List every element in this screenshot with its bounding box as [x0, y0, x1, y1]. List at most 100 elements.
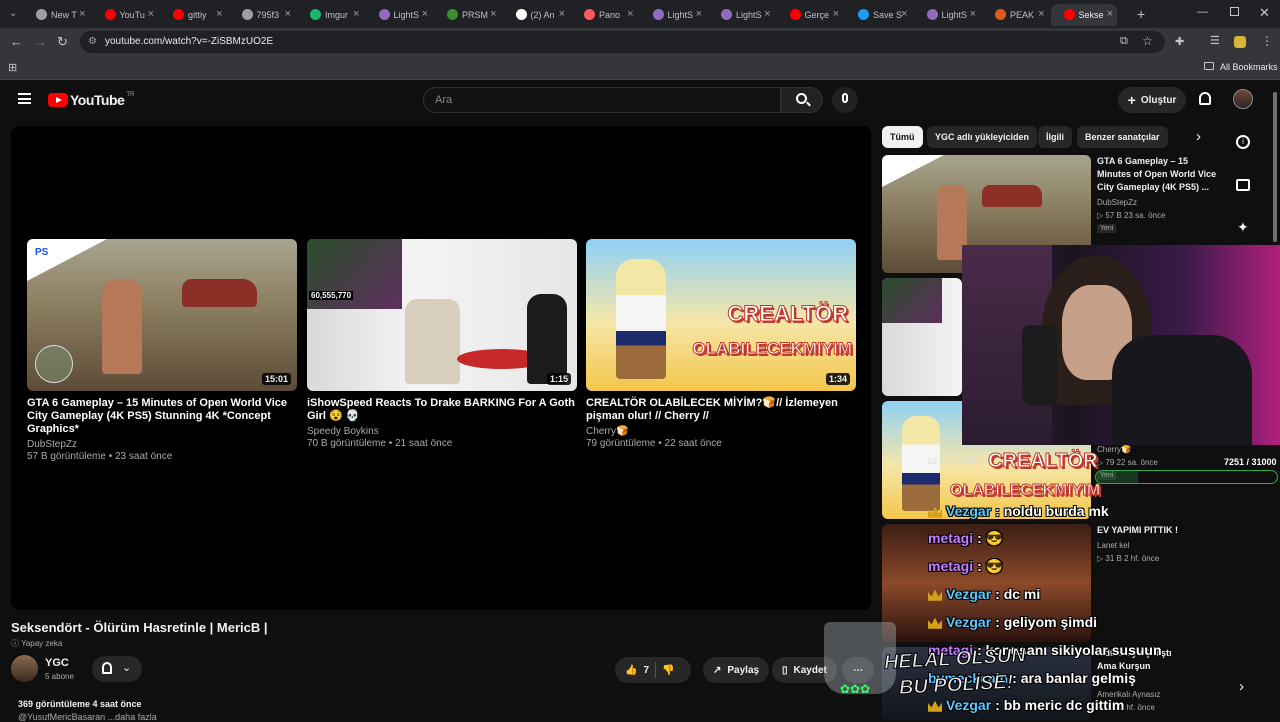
endcard-channel[interactable]: Cherry🍞	[586, 426, 856, 438]
chip-similar-artists[interactable]: Benzer sanatçılar	[1077, 126, 1168, 148]
chevron-right-icon[interactable]: ›	[1239, 678, 1244, 695]
sidebar-thumbnail[interactable]	[882, 278, 962, 396]
browser-tab[interactable]: YouTu ×	[92, 4, 159, 26]
address-toolbar: ← → ↻ ⚙ youtube.com/watch?v=-ZiSBMzUO2E …	[0, 28, 1280, 56]
tab-close-icon[interactable]: ×	[422, 8, 428, 20]
share-button[interactable]: ↗ Paylaş	[703, 657, 770, 683]
account-avatar[interactable]	[1233, 89, 1253, 109]
site-info-icon[interactable]: ⚙	[88, 36, 97, 47]
browser-tab[interactable]: PRSM ×	[434, 4, 501, 26]
tab-close-icon[interactable]: ×	[833, 8, 839, 20]
omnibox[interactable]: ⚙ youtube.com/watch?v=-ZiSBMzUO2E ⧉ ☆	[80, 31, 1165, 53]
browser-tab[interactable]: Pano ×	[571, 4, 638, 26]
back-button[interactable]: ←	[10, 34, 23, 49]
tab-close-icon[interactable]: ×	[353, 8, 359, 20]
browser-tab[interactable]: LightS ×	[914, 4, 981, 26]
tab-close-icon[interactable]: ×	[901, 8, 907, 20]
video-player[interactable]: PS 15:01 GTA 6 Gameplay – 15 Minutes of …	[11, 126, 871, 610]
tab-close-icon[interactable]: ×	[559, 8, 565, 20]
browser-tab[interactable]: PEAK ×	[982, 4, 1049, 26]
endcard-channel[interactable]: Speedy Boykins	[307, 426, 577, 438]
bookmark-star-icon[interactable]: ☆	[1142, 34, 1153, 48]
channel-name[interactable]: YGC	[45, 657, 69, 669]
create-button[interactable]: + Oluştur	[1118, 87, 1186, 113]
tab-close-icon[interactable]: ×	[1038, 8, 1044, 20]
chip-all[interactable]: Tümü	[882, 126, 923, 148]
browser-tab[interactable]: New T ×	[23, 4, 90, 26]
apps-grid-icon[interactable]: ⊞	[8, 61, 17, 74]
endcard-thumbnail[interactable]: CREALTÖR OLABILECEKMIYIM 1:34	[586, 239, 856, 391]
tab-close-icon[interactable]: ×	[79, 8, 85, 20]
endcard-meta: 79 görüntüleme • 22 saat önce	[586, 438, 722, 449]
all-bookmarks-folder-icon[interactable]	[1204, 62, 1214, 70]
sidebar-item-title[interactable]: GTA 6 Gameplay – 15 Minutes of Open Worl…	[1097, 155, 1222, 194]
browser-tab[interactable]: Sekse ×	[1050, 4, 1117, 26]
chip-uploader[interactable]: YGC adlı yükleyiciden	[927, 126, 1038, 148]
install-app-icon[interactable]: ⧉	[1120, 35, 1128, 48]
description-preview[interactable]: @YusufMericBasaran ...daha fazla	[18, 712, 157, 722]
tab-favicon-icon	[1063, 9, 1075, 20]
info-icon[interactable]: i	[1236, 135, 1250, 149]
endcard-title[interactable]: CREALTÖR OLABİLECEK MİYİM?🍞// İzlemeyen …	[586, 397, 856, 423]
profile-icon[interactable]	[1234, 36, 1246, 48]
browser-tab[interactable]: Save S ×	[845, 4, 912, 26]
tab-close-icon[interactable]: ×	[285, 8, 291, 20]
page-scrollbar[interactable]	[1273, 92, 1277, 242]
all-bookmarks-label[interactable]: All Bookmarks	[1220, 62, 1278, 72]
browser-tab[interactable]: gittiy ×	[160, 4, 227, 26]
endcard-thumbnail[interactable]: 60,555,770 1:15	[307, 239, 577, 391]
tab-close-icon[interactable]: ×	[216, 8, 222, 20]
voice-search-button[interactable]	[832, 87, 858, 113]
forward-button[interactable]: →	[34, 34, 47, 49]
notifications-bell-icon[interactable]	[1199, 92, 1211, 105]
youtube-header: YouTube TR Ara + Oluştur	[0, 80, 1280, 120]
endcard-thumbnail[interactable]: PS 15:01	[27, 239, 297, 391]
endcard-title[interactable]: GTA 6 Gameplay – 15 Minutes of Open Worl…	[27, 397, 297, 436]
reload-button[interactable]: ↻	[57, 34, 68, 50]
chip-related[interactable]: İlgili	[1038, 126, 1072, 148]
browser-tab[interactable]: Imgur ×	[297, 4, 364, 26]
search-button[interactable]	[781, 87, 823, 113]
extensions-icon[interactable]: ✚	[1175, 35, 1184, 48]
maximize-button[interactable]	[1230, 7, 1239, 16]
search-input[interactable]: Ara	[423, 87, 781, 113]
browser-tab[interactable]: LightS ×	[366, 4, 433, 26]
sidebar-item-channel[interactable]: DubStepZz	[1097, 196, 1137, 209]
tab-close-icon[interactable]: ×	[970, 8, 976, 20]
browser-tab[interactable]: (2) An ×	[503, 4, 570, 26]
sidebar-item-channel[interactable]: Lanet kel	[1097, 539, 1129, 552]
sidebar-item-title[interactable]: EV YAPIMI PITTIK !	[1097, 524, 1222, 537]
browser-tab[interactable]: LightS ×	[640, 4, 707, 26]
endcard-video[interactable]: PS 15:01 GTA 6 Gameplay – 15 Minutes of …	[27, 239, 297, 463]
browser-tab[interactable]: LightS ×	[708, 4, 775, 26]
new-tab-button[interactable]: +	[1137, 6, 1145, 22]
endcard-video[interactable]: 60,555,770 1:15 iShowSpeed Reacts To Dra…	[307, 239, 577, 450]
browser-tab[interactable]: Gerçe ×	[777, 4, 844, 26]
url-text[interactable]: youtube.com/watch?v=-ZiSBMzUO2E	[105, 36, 273, 47]
youtube-logo[interactable]: YouTube TR	[48, 92, 134, 108]
minimize-button[interactable]: —	[1197, 6, 1208, 18]
tab-favicon-icon	[447, 9, 458, 20]
like-button[interactable]: 👍 7	[625, 665, 649, 676]
sparkle-icon[interactable]: ✦	[1237, 219, 1249, 236]
tab-close-icon[interactable]: ×	[764, 8, 770, 20]
tab-close-icon[interactable]: ×	[1107, 8, 1113, 20]
close-window-button[interactable]: ✕	[1259, 5, 1270, 21]
endcard-title[interactable]: iShowSpeed Reacts To Drake BARKING For A…	[307, 397, 577, 423]
tab-search-icon[interactable]: ⌄	[9, 8, 17, 19]
endcard-channel[interactable]: DubStepZz	[27, 439, 297, 451]
thumbs-down-icon[interactable]: 👎	[662, 665, 674, 676]
media-control-icon[interactable]: ☰	[1210, 34, 1220, 47]
hamburger-menu-icon[interactable]	[18, 93, 31, 104]
tab-close-icon[interactable]: ×	[148, 8, 154, 20]
subscription-bell-button[interactable]: ⌄	[92, 656, 142, 682]
tab-close-icon[interactable]: ×	[627, 8, 633, 20]
endcard-video[interactable]: CREALTÖR OLABILECEKMIYIM 1:34 CREALTÖR O…	[586, 239, 856, 450]
tab-close-icon[interactable]: ×	[696, 8, 702, 20]
chat-icon[interactable]	[1236, 179, 1250, 191]
browser-tab[interactable]: 795f3 ×	[229, 4, 296, 26]
browser-menu-icon[interactable]: ⋮	[1261, 34, 1273, 48]
tab-close-icon[interactable]: ×	[490, 8, 496, 20]
chevron-right-icon[interactable]: ›	[1196, 128, 1201, 145]
channel-avatar[interactable]	[11, 655, 38, 682]
